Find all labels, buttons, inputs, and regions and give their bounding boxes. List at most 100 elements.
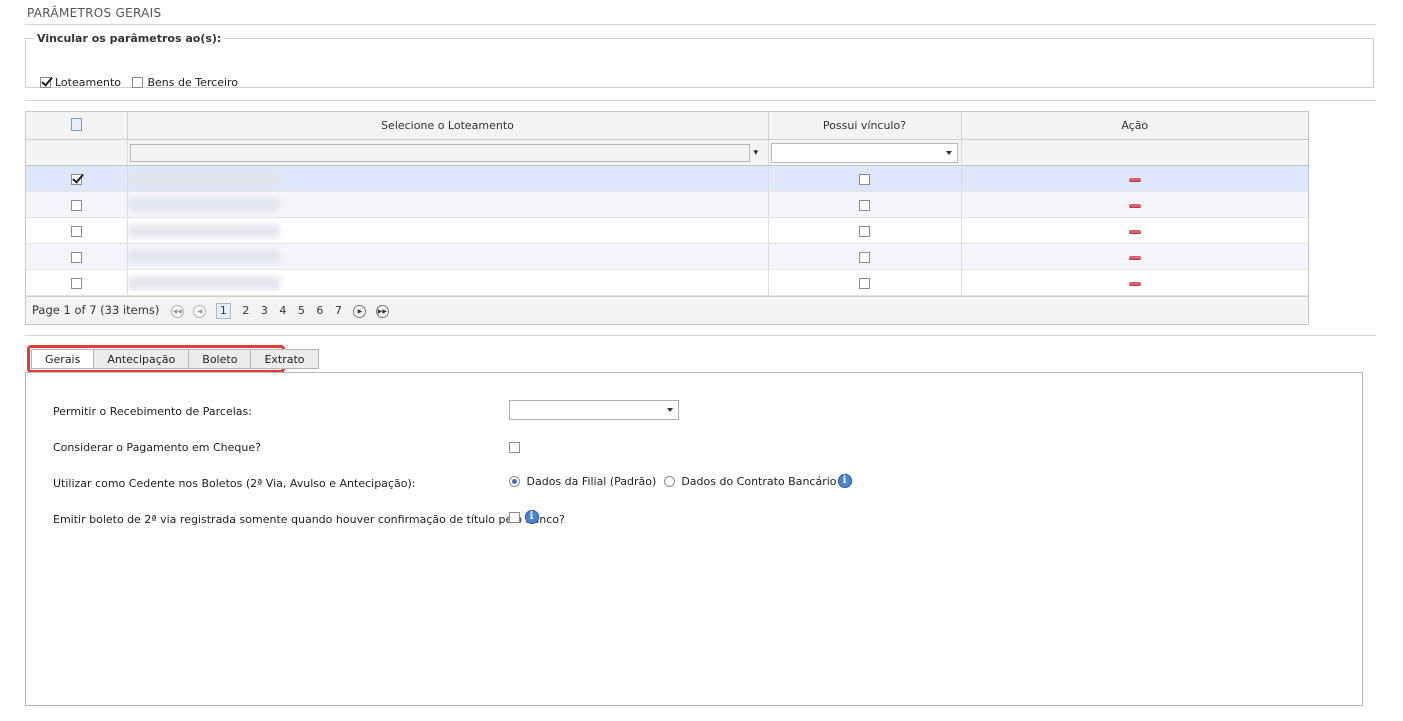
last-page-icon[interactable]: ▶▶: [375, 304, 389, 318]
tab-panel-gerais: Permitir o Recebimento de Parcelas: Cons…: [25, 372, 1363, 706]
row-select-checkbox[interactable]: [70, 173, 82, 185]
row-select-checkbox[interactable]: [70, 277, 82, 289]
pager-summary: Page 1 of 7 (33 items): [32, 303, 160, 317]
tab-antecipacao[interactable]: Antecipação: [93, 349, 190, 369]
page-2[interactable]: 2: [242, 297, 249, 324]
cheque-checkbox[interactable]: [509, 441, 520, 453]
possui-vinculo-filter-select[interactable]: [771, 142, 958, 163]
page-4[interactable]: 4: [279, 297, 286, 324]
table-row[interactable]: [26, 191, 1308, 218]
tab-boleto[interactable]: Boleto: [188, 349, 252, 369]
prev-page-icon[interactable]: ◀: [193, 304, 207, 318]
loteamento-cell: [127, 217, 769, 244]
row-select-cell: [26, 217, 128, 244]
column-header-possui-vinculo[interactable]: Possui vínculo?: [768, 112, 962, 140]
select-all-header[interactable]: [26, 112, 128, 140]
option-loteamento[interactable]: Loteamento: [40, 75, 121, 89]
tab-extrato[interactable]: Extrato: [250, 349, 319, 369]
section-title: PARÂMETROS GERAIS: [27, 6, 162, 20]
redacted-text: [127, 275, 280, 290]
page-5[interactable]: 5: [298, 297, 305, 324]
table-row[interactable]: [26, 165, 1308, 192]
bens-terceiro-label: Bens de Terceiro: [147, 75, 239, 89]
document-icon: [70, 117, 82, 131]
row-select-checkbox[interactable]: [70, 199, 82, 211]
info-icon[interactable]: i: [524, 510, 539, 524]
row-select-cell: [26, 243, 128, 270]
loteamento-label: Loteamento: [55, 75, 121, 89]
divider: [25, 335, 1376, 336]
redacted-text: [127, 223, 280, 238]
permitir-label: Permitir o Recebimento de Parcelas:: [53, 405, 252, 418]
remove-icon[interactable]: [1128, 230, 1141, 234]
possui-vinculo-checkbox[interactable]: [859, 199, 870, 211]
vincular-fieldset: Vincular os parâmetros ao(s): Loteamento…: [25, 32, 1374, 89]
table-row[interactable]: [26, 217, 1308, 244]
vinculo-cell: [768, 217, 962, 244]
loteamento-cell: [127, 165, 769, 192]
loteamento-cell: [127, 269, 769, 296]
remove-icon[interactable]: [1128, 204, 1141, 208]
cedente-filial-label: Dados da Filial (Padrão): [526, 474, 657, 488]
option-bens-terceiro[interactable]: Bens de Terceiro: [132, 75, 238, 89]
cedente-contrato-label: Dados do Contrato Bancário: [681, 474, 837, 488]
redacted-text: [127, 249, 280, 264]
cedente-label: Utilizar como Cedente nos Boletos (2ª Vi…: [53, 477, 416, 490]
remove-icon[interactable]: [1128, 282, 1141, 286]
filter-cell-loteamento: ▾: [127, 139, 769, 166]
table-row[interactable]: [26, 243, 1308, 270]
possui-vinculo-checkbox[interactable]: [859, 277, 870, 289]
filter-cell-vinculo: [768, 139, 962, 166]
emitir-checkbox[interactable]: [509, 511, 520, 523]
column-header-loteamento[interactable]: Selecione o Loteamento: [127, 112, 769, 140]
row-select-cell: [26, 269, 128, 296]
vinculo-cell: [768, 269, 962, 296]
loteamento-filter-input[interactable]: [129, 143, 750, 162]
permitir-select[interactable]: [509, 400, 679, 420]
emitir-label: Emitir boleto de 2ª via registrada somen…: [53, 513, 565, 526]
chevron-down-icon: [667, 408, 673, 412]
redacted-text: [127, 197, 280, 212]
cedente-contrato-radio[interactable]: [663, 475, 675, 487]
vincular-legend: Vincular os parâmetros ao(s):: [37, 32, 222, 45]
column-header-acao[interactable]: Ação: [961, 112, 1308, 140]
possui-vinculo-checkbox[interactable]: [859, 225, 870, 237]
loteamento-cell: [127, 243, 769, 270]
next-page-icon[interactable]: ▶: [353, 304, 367, 318]
page-1[interactable]: 1: [215, 303, 231, 319]
row-select-checkbox[interactable]: [70, 251, 82, 263]
first-page-icon[interactable]: ◀◀: [170, 304, 184, 318]
redacted-text: [127, 171, 280, 186]
bens-terceiro-checkbox[interactable]: [132, 76, 144, 88]
divider: [25, 100, 1376, 101]
acao-cell: [961, 269, 1308, 296]
filter-icon[interactable]: ▾: [754, 148, 759, 158]
chevron-down-icon: [946, 150, 952, 155]
page-7[interactable]: 7: [335, 297, 342, 324]
acao-cell: [961, 165, 1308, 192]
acao-cell: [961, 243, 1308, 270]
possui-vinculo-checkbox[interactable]: [859, 173, 870, 185]
remove-icon[interactable]: [1128, 256, 1141, 260]
row-select-cell: [26, 165, 128, 192]
info-icon[interactable]: i: [837, 474, 852, 488]
vinculo-cell: [768, 243, 962, 270]
page-6[interactable]: 6: [316, 297, 323, 324]
cheque-label: Considerar o Pagamento em Cheque?: [53, 441, 261, 454]
loteamento-cell: [127, 191, 769, 218]
filter-cell-empty: [26, 139, 128, 166]
table-row[interactable]: [26, 269, 1308, 296]
cedente-filial-radio[interactable]: [509, 475, 520, 487]
vinculo-cell: [768, 165, 962, 192]
remove-icon[interactable]: [1128, 178, 1141, 182]
possui-vinculo-checkbox[interactable]: [859, 251, 870, 263]
tab-gerais[interactable]: Gerais: [31, 349, 95, 369]
loteamento-grid: Selecione o Loteamento Possui vínculo? A…: [25, 111, 1309, 325]
loteamento-checkbox[interactable]: [40, 76, 51, 88]
filter-cell-acao: [961, 139, 1308, 166]
row-select-cell: [26, 191, 128, 218]
row-select-checkbox[interactable]: [70, 225, 82, 237]
filter-row: ▾: [26, 139, 1308, 166]
page-3[interactable]: 3: [261, 297, 268, 324]
acao-cell: [961, 217, 1308, 244]
